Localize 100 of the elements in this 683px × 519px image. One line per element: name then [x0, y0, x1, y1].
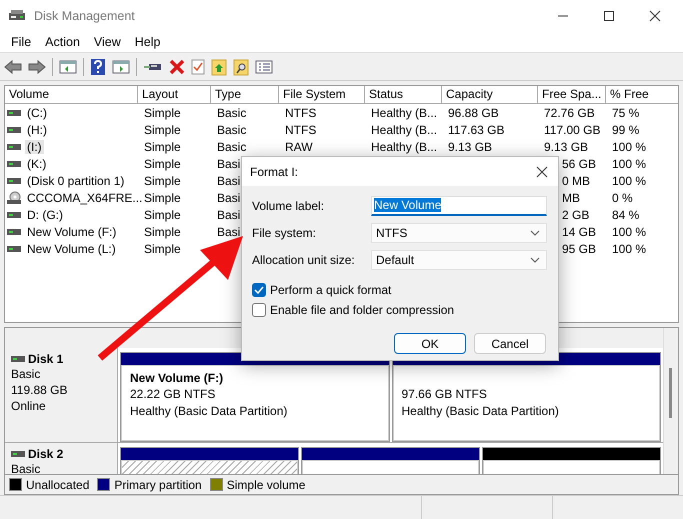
menu-item[interactable]: Action [38, 35, 87, 49]
legend-label: Primary partition [114, 478, 202, 492]
chevron-down-icon [530, 230, 540, 236]
table-cell: 117.63 GB [448, 122, 504, 136]
table-cell: 100 % [612, 156, 646, 170]
checkbox-label[interactable]: Enable file and folder compression [270, 303, 454, 317]
dialog-button[interactable]: Cancel [474, 333, 546, 354]
table-cell: 99 % [612, 122, 640, 136]
column-header[interactable]: Status [365, 86, 442, 103]
folder-search-icon[interactable] [233, 58, 249, 76]
checkbox[interactable] [252, 303, 266, 317]
folder-up-icon[interactable] [211, 58, 227, 76]
table-cell: Simple [144, 174, 181, 188]
table-cell: 100 % [612, 140, 646, 154]
drive-icon [7, 244, 21, 252]
menu-item[interactable]: Help [128, 35, 168, 49]
chevron-down-icon [530, 256, 540, 262]
table-cell: Simple [144, 224, 181, 238]
table-cell: Basi [217, 156, 240, 170]
back-arrow-icon[interactable] [4, 58, 22, 74]
drive-icon [7, 210, 21, 218]
input-field[interactable]: New Volume [371, 196, 547, 216]
legend-label: Simple volume [226, 478, 306, 492]
table-cell: RAW [285, 140, 313, 154]
pane-icon[interactable] [112, 58, 130, 74]
column-header[interactable]: File System [279, 86, 365, 103]
table-cell[interactable]: New Volume (F:) [25, 224, 118, 238]
partition-status: Healthy (Basic Data Partition) [130, 403, 288, 420]
drive-icon [11, 355, 25, 363]
table-cell[interactable]: (Disk 0 partition 1) [25, 174, 126, 188]
table-cell: Healthy (B... [371, 106, 438, 120]
table-cell: 0 % [612, 190, 633, 204]
menu-item[interactable]: View [86, 35, 128, 49]
disk-name: Disk 1 [28, 352, 64, 366]
table-cell: Simple [144, 140, 181, 154]
disc-drive-icon [7, 190, 21, 204]
table-cell: 72.76 GB [544, 106, 595, 120]
dialog-title: Format I: [250, 164, 298, 178]
partition-block[interactable]: New Volume (F:) 22.22 GB NTFS Healthy (Basic Data Partition) [121, 365, 388, 441]
table-cell: 100 % [612, 242, 646, 256]
column-header[interactable]: Capacity [442, 86, 538, 103]
partition-size: 97.66 GB NTFS [402, 386, 488, 403]
column-header[interactable]: % Free [606, 86, 678, 103]
table-cell: Basic [217, 122, 246, 136]
table-cell[interactable]: (I:) [25, 140, 44, 154]
table-cell[interactable]: (H:) [25, 122, 49, 136]
help-icon[interactable] [90, 58, 106, 76]
legend-label: Unallocated [26, 478, 90, 492]
partition-size: 22.22 GB NTFS [130, 386, 216, 403]
table-cell[interactable]: CCCOMA_X64FRE... [25, 190, 144, 204]
field-label: File system: [252, 226, 318, 240]
table-cell: 117.00 GB [544, 122, 600, 136]
partition-name: New Volume (F:) [130, 370, 224, 386]
table-cell: 0 MB [562, 174, 590, 188]
table-cell: Basic [217, 106, 246, 120]
forward-arrow-icon[interactable] [28, 58, 46, 74]
list-icon[interactable] [255, 60, 273, 74]
delete-icon[interactable] [169, 58, 185, 74]
column-header[interactable]: Layout [138, 86, 211, 103]
column-header[interactable]: Volume [5, 86, 138, 103]
checkbox[interactable] [252, 283, 266, 297]
table-cell: 100 % [612, 174, 646, 188]
table-cell: Healthy (B... [371, 122, 438, 136]
menu-item[interactable]: File [4, 35, 38, 49]
column-header[interactable]: Free Spa... [538, 86, 606, 103]
dialog-button[interactable]: OK [394, 333, 466, 354]
table-cell: 75 % [612, 106, 640, 120]
field-label: Allocation unit size: [252, 252, 356, 266]
table-cell[interactable]: D: (G:) [25, 208, 65, 222]
maximize-icon[interactable] [603, 10, 615, 22]
drive-icon [7, 176, 21, 184]
table-cell: 100 % [612, 224, 646, 238]
dropdown[interactable]: Default [371, 250, 547, 270]
table-cell: Basi [217, 174, 240, 188]
window-title: Disk Management [34, 9, 135, 23]
table-cell: MB [562, 190, 580, 204]
close-icon[interactable] [536, 166, 548, 178]
drive-icon [7, 108, 21, 116]
table-cell: 9.13 GB [544, 140, 588, 154]
drive-icon [7, 160, 21, 168]
table-cell: 56 GB [562, 156, 596, 170]
checklist-icon[interactable] [191, 58, 205, 74]
table-cell: Basi [217, 190, 240, 204]
disk-info: 119.88 GB [11, 382, 68, 398]
table-cell: NTFS [285, 106, 316, 120]
checkbox-label[interactable]: Perform a quick format [270, 283, 392, 297]
table-cell: Basi [217, 208, 240, 222]
pane-icon[interactable] [59, 58, 77, 74]
table-cell: Simple [144, 190, 181, 204]
dropdown[interactable]: NTFS [371, 222, 547, 242]
column-header[interactable]: Type [211, 86, 279, 103]
table-cell: Simple [144, 156, 181, 170]
table-cell[interactable]: (K:) [25, 156, 48, 170]
table-cell[interactable]: (C:) [25, 106, 49, 120]
table-cell: 84 % [612, 208, 640, 222]
table-cell[interactable]: New Volume (L:) [25, 242, 118, 256]
partition-block[interactable]: 97.66 GB NTFS Healthy (Basic Data Partition) [392, 365, 660, 441]
disk-info: Online [11, 398, 47, 414]
close-icon[interactable] [649, 10, 661, 22]
table-cell: 9.13 GB [448, 140, 492, 154]
